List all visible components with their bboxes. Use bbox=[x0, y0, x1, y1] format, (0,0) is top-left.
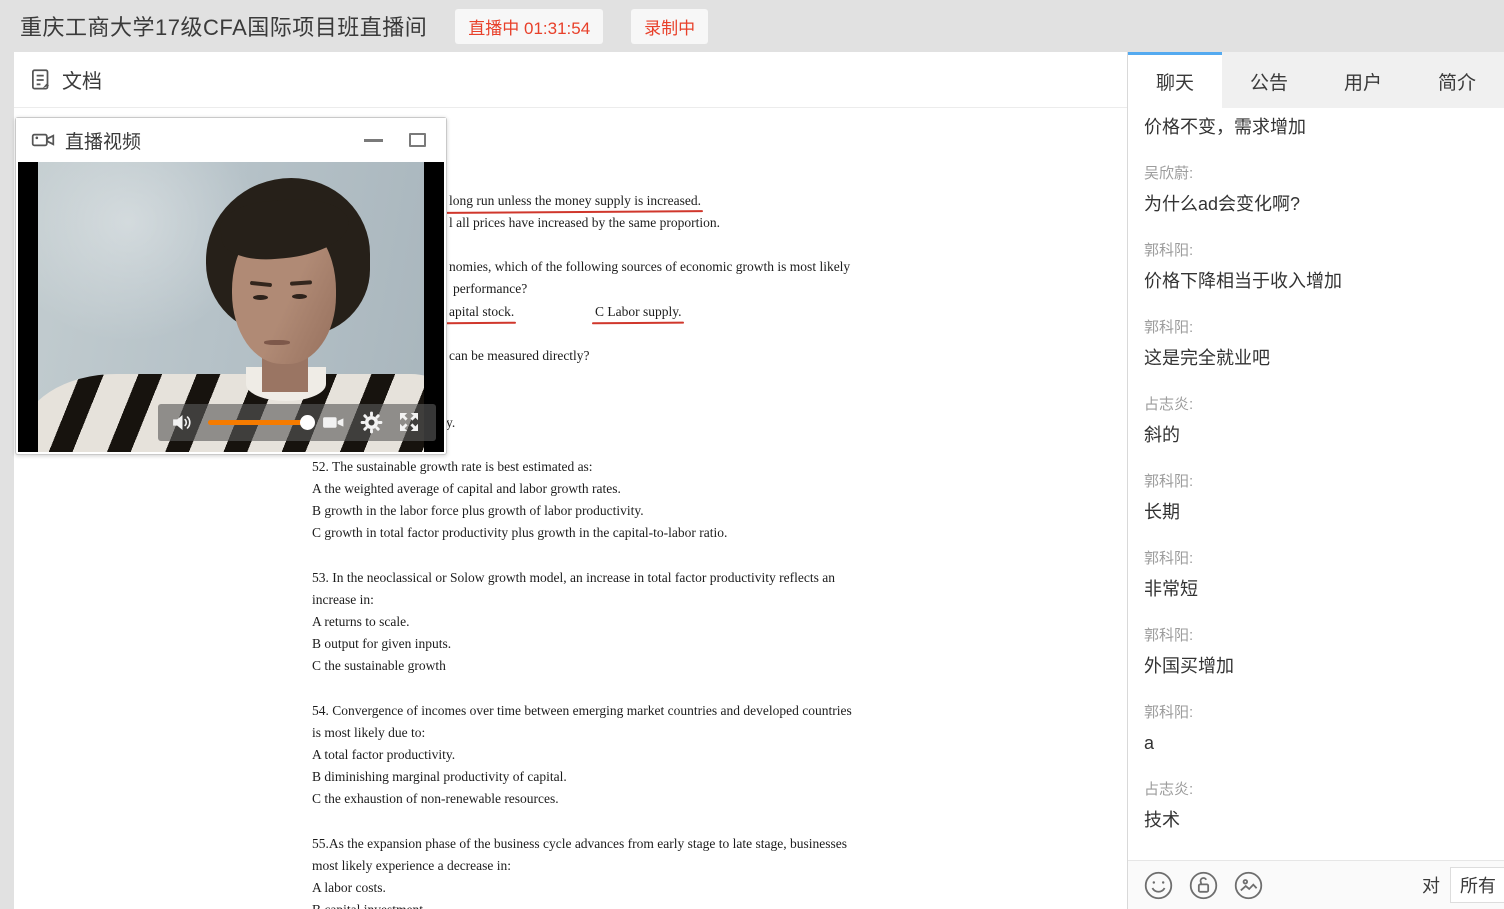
chat-panel: 聊天公告用户简介 价格不变，需求增加吴欣蔚:为什么ad会变化啊?郭科阳:价格下降… bbox=[1128, 52, 1504, 909]
tab-announcement[interactable]: 公告 bbox=[1222, 52, 1316, 108]
chat-message-sender: 郭科阳: bbox=[1144, 467, 1488, 497]
minimize-button[interactable] bbox=[358, 125, 388, 155]
room-title: 重庆工商大学17级CFA国际项目班直播间 bbox=[20, 10, 427, 42]
tab-intro[interactable]: 简介 bbox=[1410, 52, 1504, 108]
video-window-titlebar[interactable]: 直播视频 bbox=[16, 118, 446, 162]
minimize-icon bbox=[364, 139, 383, 142]
chat-message-text: 斜的 bbox=[1144, 420, 1488, 450]
recording-status-badge: 录制中 bbox=[631, 9, 708, 44]
smiley-icon[interactable] bbox=[1142, 869, 1175, 902]
document-panel-header: 文档 bbox=[14, 52, 1127, 108]
chat-message-text: a bbox=[1144, 728, 1488, 758]
recipient-to-label: 对 bbox=[1422, 872, 1440, 898]
chat-message-sender: 郭科阳: bbox=[1144, 544, 1488, 574]
person-eye bbox=[292, 294, 307, 299]
chat-message-list[interactable]: 价格不变，需求增加吴欣蔚:为什么ad会变化啊?郭科阳:价格下降相当于收入增加郭科… bbox=[1128, 108, 1504, 860]
chat-message-text: 为什么ad会变化啊? bbox=[1144, 189, 1488, 219]
maximize-icon bbox=[409, 133, 426, 147]
topbar: 重庆工商大学17级CFA国际项目班直播间 直播中 01:31:54 录制中 bbox=[0, 0, 1504, 52]
live-classroom-screen: 重庆工商大学17级CFA国际项目班直播间 直播中 01:31:54 录制中 文档… bbox=[0, 0, 1504, 909]
document-icon bbox=[28, 67, 54, 93]
chat-message-sender: 郭科阳: bbox=[1144, 313, 1488, 343]
video-window[interactable]: 直播视频 bbox=[15, 117, 447, 455]
image-icon[interactable] bbox=[1232, 869, 1265, 902]
maximize-button[interactable] bbox=[402, 125, 432, 155]
chat-message-sender: 郭科阳: bbox=[1144, 621, 1488, 651]
volume-slider-thumb[interactable] bbox=[300, 415, 315, 430]
chat-message-sender: 占志炎: bbox=[1144, 775, 1488, 805]
chat-message-sender: 郭科阳: bbox=[1144, 236, 1488, 266]
video-controls bbox=[158, 404, 436, 441]
chat-toolbar: 对 所有 bbox=[1128, 860, 1504, 909]
camcorder-icon[interactable] bbox=[321, 410, 346, 435]
video-window-title: 直播视频 bbox=[65, 127, 358, 154]
chat-message-text: 这是完全就业吧 bbox=[1144, 343, 1488, 373]
live-status-badge: 直播中 01:31:54 bbox=[455, 9, 603, 44]
volume-slider[interactable] bbox=[208, 420, 308, 425]
chat-message-text: 技术 bbox=[1144, 805, 1488, 835]
person-mouth bbox=[264, 340, 290, 345]
recipient-select[interactable]: 所有 bbox=[1450, 867, 1504, 903]
chat-message-text: 长期 bbox=[1144, 497, 1488, 527]
person-eye bbox=[253, 295, 268, 300]
chat-tabs: 聊天公告用户简介 bbox=[1128, 52, 1504, 108]
chat-message-sender: 吴欣蔚: bbox=[1144, 159, 1488, 189]
chat-message-text: 价格下降相当于收入增加 bbox=[1144, 266, 1488, 296]
chat-message-text: 非常短 bbox=[1144, 574, 1488, 604]
tab-users[interactable]: 用户 bbox=[1316, 52, 1410, 108]
gear-icon[interactable] bbox=[359, 410, 384, 435]
chat-message-text: 价格不变，需求增加 bbox=[1144, 112, 1488, 142]
unlock-icon[interactable] bbox=[1187, 869, 1220, 902]
chat-message-text: 外国买增加 bbox=[1144, 651, 1488, 681]
chat-message-sender: 占志炎: bbox=[1144, 390, 1488, 420]
tab-chat[interactable]: 聊天 bbox=[1128, 52, 1222, 108]
recipient-select-value: 所有 bbox=[1460, 872, 1496, 898]
chat-message-sender: 郭科阳: bbox=[1144, 698, 1488, 728]
fullscreen-icon[interactable] bbox=[397, 410, 422, 435]
speaker-icon[interactable] bbox=[170, 410, 195, 435]
document-panel-title: 文档 bbox=[62, 65, 102, 94]
video-stream bbox=[18, 162, 444, 452]
video-camera-icon bbox=[30, 127, 56, 153]
